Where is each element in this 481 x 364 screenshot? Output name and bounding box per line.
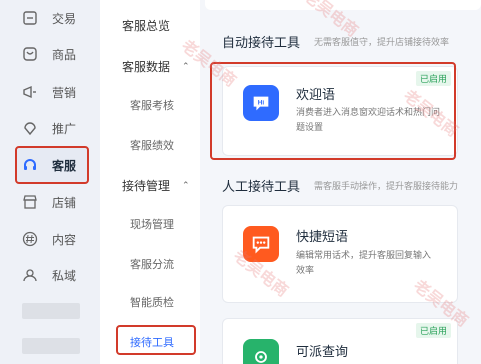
assign-card-title: 可派查询 bbox=[296, 344, 349, 359]
nav-label: 店铺 bbox=[52, 195, 77, 210]
subnav-item-reception-tools[interactable]: 接待工具 bbox=[130, 334, 174, 350]
nav-item-blurred bbox=[22, 303, 80, 319]
nav-label: 内容 bbox=[52, 232, 77, 247]
chevron-up-icon: ⌃ bbox=[182, 180, 190, 190]
top-card-edge bbox=[205, 0, 481, 10]
store-icon bbox=[22, 194, 38, 210]
quick-phrase-card[interactable]: 快捷短语 编辑常用话术，提升客服回复输入效率 bbox=[222, 205, 458, 303]
enabled-badge: 已启用 bbox=[415, 323, 451, 338]
auto-section-title: 自动接待工具 bbox=[222, 35, 301, 50]
chat-dots-icon bbox=[243, 226, 279, 262]
headset-icon bbox=[22, 157, 38, 173]
assign-query-card[interactable]: 已启用 可派查询 bbox=[222, 318, 458, 364]
hash-icon bbox=[22, 231, 38, 247]
nav-label: 营销 bbox=[52, 85, 77, 100]
subnav-item-performance[interactable]: 客服绩效 bbox=[130, 137, 174, 153]
nav-label: 商品 bbox=[52, 47, 77, 62]
manual-section-title: 人工接待工具 bbox=[222, 179, 301, 194]
nav-item-private[interactable]: 私域 bbox=[22, 261, 92, 289]
quick-card-title: 快捷短语 bbox=[296, 229, 349, 244]
location-icon bbox=[22, 120, 38, 136]
subnav-label: 客服数据 bbox=[122, 60, 171, 74]
subnav-item-quality[interactable]: 智能质检 bbox=[130, 294, 174, 310]
auto-section-desc: 无需客服值守，提升店铺接待效率 bbox=[314, 37, 450, 47]
nav-item-store[interactable]: 店铺 bbox=[22, 188, 92, 216]
subnav-item-assessment[interactable]: 客服考核 bbox=[130, 97, 174, 113]
nav-item-marketing[interactable]: 营销 bbox=[22, 78, 92, 106]
welcome-card-highlight bbox=[210, 62, 456, 160]
nav-label: 推广 bbox=[52, 121, 77, 136]
nav-item-promotion[interactable]: 推广 bbox=[22, 114, 92, 142]
chevron-up-icon: ⌃ bbox=[182, 61, 190, 71]
nav-item-content[interactable]: 内容 bbox=[22, 225, 92, 253]
users-icon bbox=[22, 267, 38, 283]
quick-card-desc: 编辑常用话术，提升客服回复输入效率 bbox=[296, 250, 432, 275]
manual-section-desc: 需客服手动操作，提升客服接待能力 bbox=[314, 181, 459, 191]
subnav-label: 客服总览 bbox=[122, 19, 171, 33]
megaphone-icon bbox=[22, 84, 38, 100]
nav-item-customer-service[interactable]: 客服 bbox=[22, 151, 92, 179]
goods-icon bbox=[22, 46, 38, 62]
subnav-overview[interactable]: 客服总览 bbox=[122, 17, 170, 34]
subnav-group-reception[interactable]: 接待管理 ⌃ bbox=[122, 177, 190, 194]
nav-label: 私域 bbox=[52, 268, 77, 283]
subnav-group-data[interactable]: 客服数据 ⌃ bbox=[122, 58, 190, 75]
nav-item-trade[interactable]: 交易 bbox=[22, 4, 92, 32]
nav-item-blurred bbox=[22, 338, 80, 354]
query-icon bbox=[243, 339, 279, 364]
nav-label: 交易 bbox=[52, 11, 77, 26]
subnav-item-onsite[interactable]: 现场管理 bbox=[130, 216, 174, 232]
calendar-icon bbox=[22, 10, 38, 26]
subnav-item-routing[interactable]: 客服分流 bbox=[130, 256, 174, 272]
nav-item-goods[interactable]: 商品 bbox=[22, 40, 92, 68]
nav-label: 客服 bbox=[52, 158, 77, 173]
subnav-label: 接待管理 bbox=[122, 179, 171, 193]
